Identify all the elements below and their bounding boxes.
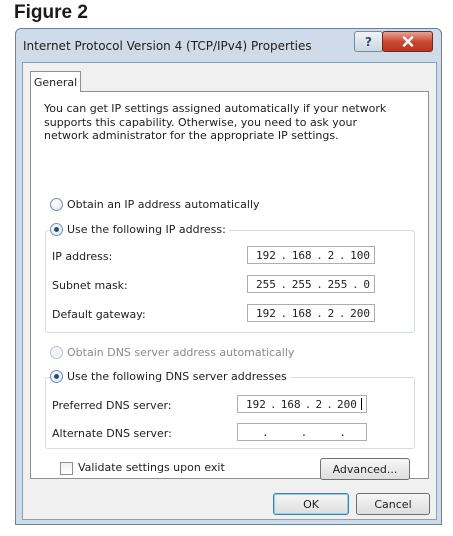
title-bar[interactable]: Internet Protocol Version 4 (TCP/IPv4) P…: [16, 29, 441, 61]
octet-separator: .: [316, 277, 323, 291]
octet: 200: [337, 397, 357, 411]
octet-separator: .: [338, 306, 346, 320]
advanced-button[interactable]: Advanced...: [320, 458, 410, 480]
radio-label: Use the following IP address:: [67, 223, 226, 236]
radio-label: Obtain DNS server address automatically: [67, 346, 295, 359]
octet: 255: [291, 277, 312, 291]
alternate-dns-label: Alternate DNS server:: [52, 427, 172, 440]
ip-address-input[interactable]: 192. 168. 2. 100: [247, 246, 375, 264]
radio-use-following-dns[interactable]: Use the following DNS server addresses: [50, 370, 290, 383]
octet-separator: .: [280, 248, 288, 262]
validate-checkbox[interactable]: [60, 462, 73, 475]
radio-label: Obtain an IP address automatically: [67, 198, 260, 211]
radio-button: [50, 346, 63, 359]
dialog-client-area: General You can get IP settings assigned…: [22, 62, 437, 520]
octet: 255: [256, 277, 276, 291]
octet-separator: .: [339, 425, 346, 439]
octet-separator: .: [316, 306, 323, 320]
figure-caption: Figure 2: [14, 2, 88, 23]
octet-separator: .: [326, 397, 333, 411]
octet: 168: [291, 248, 312, 262]
radio-label: Use the following DNS server addresses: [67, 370, 287, 383]
default-gateway-input[interactable]: 192. 168. 2. 200: [247, 304, 375, 322]
default-gateway-label: Default gateway:: [52, 308, 146, 321]
tab-label: General: [33, 75, 78, 89]
radio-button: [50, 223, 63, 236]
octet-separator: .: [316, 248, 323, 262]
alternate-dns-input[interactable]: . . .: [237, 423, 367, 441]
close-icon: [402, 36, 413, 47]
octet: 168: [291, 306, 312, 320]
close-button[interactable]: [382, 31, 433, 52]
octet: 168: [280, 397, 301, 411]
octet-separator: .: [280, 277, 288, 291]
octet: 0: [363, 277, 370, 291]
octet: 2: [327, 306, 335, 320]
octet-separator: .: [262, 425, 269, 439]
radio-button: [50, 198, 63, 211]
radio-obtain-ip-auto[interactable]: Obtain an IP address automatically: [50, 198, 260, 211]
subnet-mask-label: Subnet mask:: [52, 279, 128, 292]
radio-use-following-ip[interactable]: Use the following IP address:: [50, 223, 229, 236]
radio-button: [50, 370, 63, 383]
octet-separator: .: [352, 277, 359, 291]
help-button[interactable]: ?: [354, 31, 383, 52]
octet: 192: [246, 397, 266, 411]
ip-address-label: IP address:: [52, 250, 113, 263]
octet: 100: [350, 248, 370, 262]
octet: 192: [256, 248, 276, 262]
octet-separator: .: [338, 248, 346, 262]
intro-text: You can get IP settings assigned automat…: [44, 102, 387, 142]
cancel-button[interactable]: Cancel: [356, 493, 430, 515]
tab-general[interactable]: General: [30, 71, 81, 92]
radio-obtain-dns-auto[interactable]: Obtain DNS server address automatically: [50, 346, 294, 359]
octet-separator: .: [304, 397, 312, 411]
octet: 2: [315, 397, 323, 411]
preferred-dns-label: Preferred DNS server:: [52, 399, 172, 412]
window-title: Internet Protocol Version 4 (TCP/IPv4) P…: [23, 39, 312, 53]
octet-separator: .: [300, 425, 308, 439]
octet: 192: [256, 306, 276, 320]
properties-dialog: Internet Protocol Version 4 (TCP/IPv4) P…: [15, 28, 442, 525]
validate-label[interactable]: Validate settings upon exit: [78, 461, 225, 474]
help-icon: ?: [365, 34, 372, 49]
octet-separator: .: [270, 397, 277, 411]
octet: 200: [350, 306, 370, 320]
subnet-mask-input[interactable]: 255. 255. 255. 0: [247, 275, 375, 293]
ok-button[interactable]: OK: [273, 493, 349, 515]
octet: 2: [327, 248, 335, 262]
octet-separator: .: [280, 306, 288, 320]
octet: 255: [327, 277, 348, 291]
preferred-dns-input[interactable]: 192. 168. 2. 200: [237, 395, 367, 413]
general-tab-panel: You can get IP settings assigned automat…: [30, 91, 429, 480]
text-cursor: [361, 398, 362, 410]
